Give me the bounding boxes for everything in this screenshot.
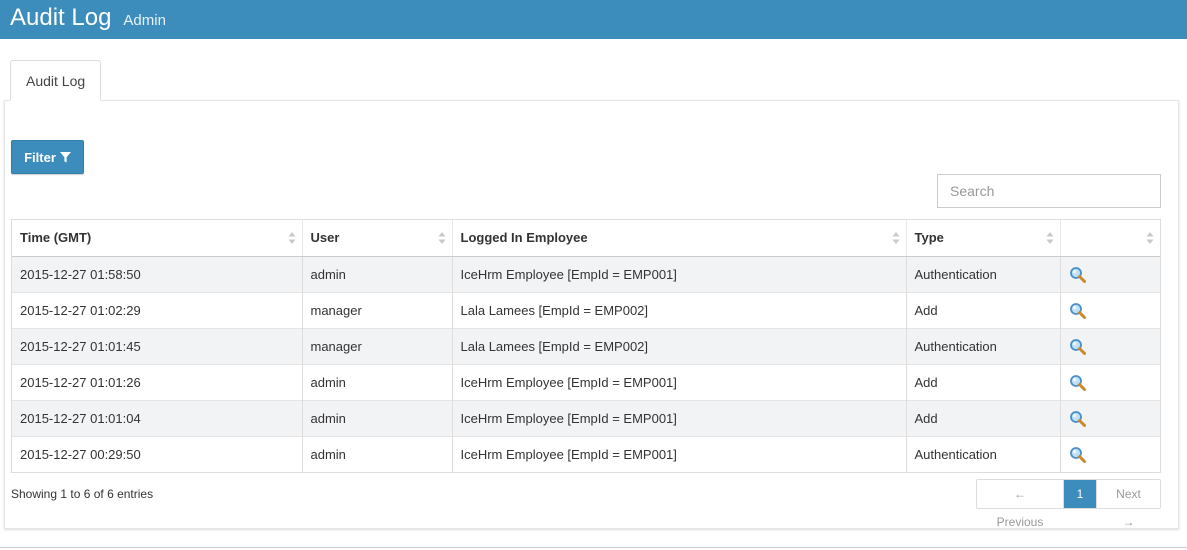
magnifier-icon[interactable] xyxy=(1069,410,1087,428)
audit-log-panel: Filter Time (GMT) User Logged In Employe… xyxy=(4,100,1179,529)
table-row[interactable]: 2015-12-27 01:58:50 admin IceHrm Employee … xyxy=(12,255,1160,292)
cell-time: 2015-12-27 01:02:29 xyxy=(12,291,302,328)
cell-type: Add xyxy=(905,363,1060,400)
funnel-icon xyxy=(59,151,71,162)
cell-type: Authentication xyxy=(905,327,1060,364)
sort-icon xyxy=(1046,232,1053,244)
cell-user: admin xyxy=(301,255,452,292)
cell-employee: IceHrm Employee [EmpId = EMP001] xyxy=(451,435,906,472)
cell-actions xyxy=(1059,327,1160,364)
sort-icon xyxy=(1146,232,1154,244)
cell-user: manager xyxy=(301,291,452,328)
cell-actions xyxy=(1059,291,1160,328)
cell-employee: IceHrm Employee [EmpId = EMP001] xyxy=(451,255,906,292)
table-row[interactable]: 2015-12-27 00:29:50 admin IceHrm Employee … xyxy=(12,435,1160,472)
previous-page-button[interactable]: ← Previous xyxy=(977,480,1064,529)
cell-user: admin xyxy=(301,435,452,472)
column-header-time[interactable]: Time (GMT) xyxy=(12,220,302,257)
cell-time: 2015-12-27 01:01:26 xyxy=(12,363,302,400)
page-title: Audit Log xyxy=(10,4,112,31)
cell-time: 2015-12-27 01:01:04 xyxy=(12,399,302,436)
page-header: Audit Log Admin xyxy=(0,0,1187,39)
cell-actions xyxy=(1059,435,1160,472)
tab-bar: Audit Log xyxy=(10,60,102,101)
column-header-actions[interactable] xyxy=(1059,220,1160,257)
cell-user: admin xyxy=(301,363,452,400)
magnifier-icon[interactable] xyxy=(1069,446,1087,464)
column-header-user[interactable]: User xyxy=(301,220,452,257)
cell-employee: IceHrm Employee [EmpId = EMP001] xyxy=(451,363,906,400)
cell-actions xyxy=(1059,399,1160,436)
cell-user: manager xyxy=(301,327,452,364)
tab-audit-log[interactable]: Audit Log xyxy=(10,60,102,101)
cell-actions xyxy=(1059,255,1160,292)
next-page-button[interactable]: Next → xyxy=(1096,480,1160,529)
magnifier-icon[interactable] xyxy=(1069,266,1087,284)
search-input[interactable] xyxy=(937,174,1161,208)
filter-button-label: Filter xyxy=(24,149,56,165)
column-header-employee[interactable]: Logged In Employee xyxy=(451,220,906,257)
column-header-type[interactable]: Type xyxy=(905,220,1060,257)
sort-icon xyxy=(892,232,899,244)
cell-type: Add xyxy=(905,399,1060,436)
table-row[interactable]: 2015-12-27 01:02:29 manager Lala Lamees [E… xyxy=(12,291,1160,328)
cell-time: 2015-12-27 01:01:45 xyxy=(12,327,302,364)
cell-user: admin xyxy=(301,399,452,436)
table-row[interactable]: 2015-12-27 01:01:45 manager Lala Lamees [E… xyxy=(12,327,1160,364)
table-row[interactable]: 2015-12-27 01:01:04 admin IceHrm Employee … xyxy=(12,399,1160,436)
page-subtitle: Admin xyxy=(123,12,166,29)
cell-employee: IceHrm Employee [EmpId = EMP001] xyxy=(451,399,906,436)
cell-type: Add xyxy=(905,291,1060,328)
cell-employee: Lala Lamees [EmpId = EMP002] xyxy=(451,327,906,364)
cell-time: 2015-12-27 00:29:50 xyxy=(12,435,302,472)
magnifier-icon[interactable] xyxy=(1069,338,1087,356)
sort-icon xyxy=(288,232,295,244)
audit-log-table: Time (GMT) User Logged In Employee Type … xyxy=(11,219,1161,473)
cell-type: Authentication xyxy=(905,255,1060,292)
page-button-1[interactable]: 1 xyxy=(1064,480,1096,508)
filter-button[interactable]: Filter xyxy=(11,140,84,174)
magnifier-icon[interactable] xyxy=(1069,374,1087,392)
sort-icon xyxy=(438,232,445,244)
cell-employee: Lala Lamees [EmpId = EMP002] xyxy=(451,291,906,328)
cell-time: 2015-12-27 01:58:50 xyxy=(12,255,302,292)
pagination: ← Previous 1 Next → xyxy=(976,479,1161,529)
table-header-row: Time (GMT) User Logged In Employee Type xyxy=(12,220,1160,257)
table-body: 2015-12-27 01:58:50 admin IceHrm Employee … xyxy=(12,255,1160,472)
entries-info: Showing 1 to 6 of 6 entries xyxy=(11,487,154,501)
cell-actions xyxy=(1059,363,1160,400)
table-row[interactable]: 2015-12-27 01:01:26 admin IceHrm Employee … xyxy=(12,363,1160,400)
cell-type: Authentication xyxy=(905,435,1060,472)
magnifier-icon[interactable] xyxy=(1069,302,1087,320)
